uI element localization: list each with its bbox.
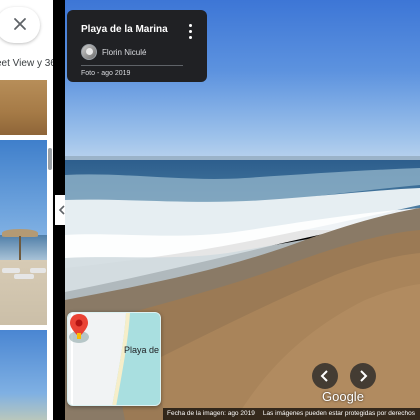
map-pin-icon: [69, 314, 89, 343]
photos-side-panel: eet View y 36: [0, 0, 53, 420]
next-photo-button[interactable]: [350, 363, 376, 389]
chevron-left-icon: [320, 370, 328, 382]
more-options-button[interactable]: [184, 22, 198, 40]
info-card: Playa de la Marina Florin Niculé Foto - …: [67, 10, 207, 82]
close-button[interactable]: [0, 7, 40, 43]
close-icon: [14, 18, 26, 30]
photo-date: Foto - ago 2019: [81, 70, 131, 77]
photo-caption: eet View y 36: [0, 58, 53, 69]
avatar[interactable]: [81, 44, 97, 60]
more-vert-icon: [189, 24, 192, 27]
panel-header: eet View y 36: [0, 0, 53, 78]
minimap[interactable]: Playa de: [67, 312, 161, 406]
map-place-label: Playa de: [124, 345, 160, 355]
chevron-right-icon: [360, 370, 368, 382]
image-date: Fecha de la imagen: ago 2019: [167, 410, 255, 417]
previous-photo-button[interactable]: [312, 363, 338, 389]
photo-thumbnail[interactable]: [0, 80, 47, 135]
copyright-notice[interactable]: Las imágenes pueden estar protegidas por…: [263, 410, 415, 417]
author-name[interactable]: Florin Niculé: [102, 48, 146, 57]
panel-scrollbar[interactable]: [48, 148, 52, 170]
attribution-footer: Fecha de la imagen: ago 2019 Las imágenes…: [163, 408, 420, 420]
google-logo: Google: [322, 389, 364, 404]
divider: [81, 65, 183, 66]
photo-thumbnail[interactable]: [0, 140, 47, 325]
place-title[interactable]: Playa de la Marina: [81, 24, 168, 35]
photo-thumbnail[interactable]: [0, 330, 47, 420]
